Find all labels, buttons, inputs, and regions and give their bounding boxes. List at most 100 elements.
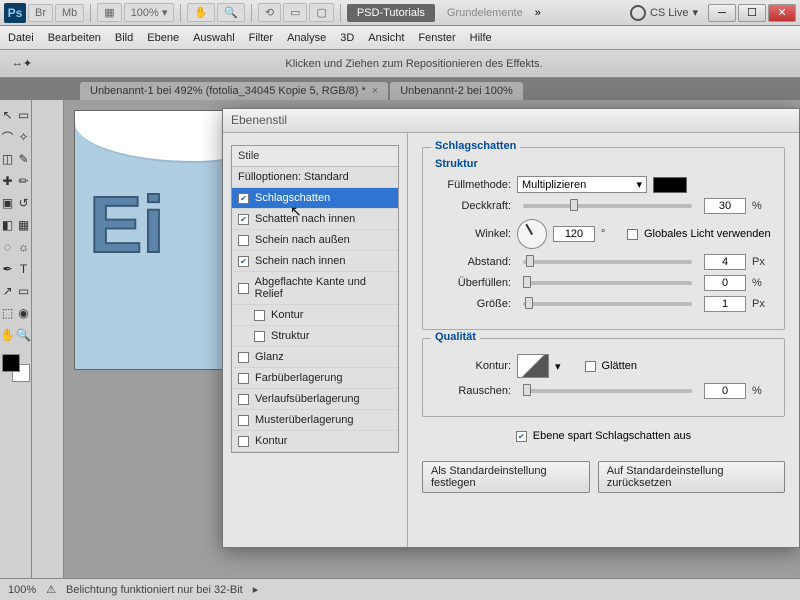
window-maximize-button[interactable]: ☐ (738, 4, 766, 22)
status-dropdown-icon[interactable]: ▸ (253, 583, 259, 596)
style-struktur-sub[interactable]: Struktur (232, 326, 398, 347)
3d-tool[interactable]: ⬚ (0, 302, 16, 324)
3d-cam-tool[interactable]: ◉ (16, 302, 32, 324)
zoom-tool[interactable]: 🔍 (16, 324, 32, 346)
path-tool[interactable]: ↗ (0, 280, 16, 302)
pen-tool[interactable]: ✒ (0, 258, 16, 280)
brush-tool[interactable]: ✏ (16, 170, 32, 192)
move-tool-icon[interactable]: ↔✦ (8, 57, 36, 70)
grosse-slider[interactable] (523, 302, 692, 306)
style-glanz[interactable]: Glanz (232, 347, 398, 368)
chevron-down-icon[interactable]: ▾ (555, 360, 561, 373)
checkbox-icon[interactable] (254, 310, 265, 321)
color-swatches[interactable] (2, 354, 30, 382)
style-musteruberlagerung[interactable]: Musterüberlagerung (232, 410, 398, 431)
hand-tool[interactable]: ✋ (0, 324, 16, 346)
checkbox-icon[interactable] (238, 436, 249, 447)
shadow-color-chip[interactable] (653, 177, 687, 193)
menu-analyse[interactable]: Analyse (287, 32, 326, 44)
glatten-checkbox[interactable] (585, 361, 596, 372)
workspace-tab-active[interactable]: PSD-Tutorials (347, 4, 435, 22)
close-icon[interactable]: × (372, 85, 378, 97)
cs-live-button[interactable]: CS Live ▾ (622, 3, 706, 23)
checkbox-icon[interactable] (254, 331, 265, 342)
rauschen-slider[interactable] (523, 389, 692, 393)
window-close-button[interactable]: ✕ (768, 4, 796, 22)
uberfullen-input[interactable]: 0 (704, 275, 746, 291)
arrange-icon[interactable]: ▭ (283, 3, 307, 22)
menu-bild[interactable]: Bild (115, 32, 133, 44)
winkel-input[interactable]: 120 (553, 226, 595, 242)
checkbox-icon[interactable] (238, 352, 249, 363)
style-verlaufsuberlagerung[interactable]: Verlaufsüberlagerung (232, 389, 398, 410)
rauschen-input[interactable]: 0 (704, 383, 746, 399)
history-brush-tool[interactable]: ↺ (16, 192, 32, 214)
workspace-more[interactable]: » (535, 7, 541, 19)
fg-color-swatch[interactable] (2, 354, 20, 372)
reset-default-button[interactable]: Auf Standardeinstellung zurücksetzen (598, 461, 785, 493)
style-kontur[interactable]: Kontur (232, 431, 398, 452)
deckkraft-slider[interactable] (523, 204, 692, 208)
checkbox-icon[interactable] (238, 373, 249, 384)
document-tab-1[interactable]: Unbenannt-1 bei 492% (fotolia_34045 Kopi… (80, 82, 388, 100)
menu-hilfe[interactable]: Hilfe (470, 32, 492, 44)
style-schein-innen[interactable]: Schein nach innen (232, 251, 398, 272)
knockout-checkbox[interactable] (516, 431, 527, 442)
dodge-tool[interactable]: ☼ (16, 236, 32, 258)
workspace-tab-inactive[interactable]: Grundelemente (437, 4, 533, 22)
document-tab-2[interactable]: Unbenannt-2 bei 100% (390, 82, 523, 100)
menu-auswahl[interactable]: Auswahl (193, 32, 235, 44)
lasso-tool[interactable]: ⌒ (0, 126, 16, 148)
eraser-tool[interactable]: ◧ (0, 214, 16, 236)
checkbox-icon[interactable] (238, 256, 249, 267)
menu-fenster[interactable]: Fenster (418, 32, 455, 44)
shape-tool[interactable]: ▭ (16, 280, 32, 302)
fullmethode-select[interactable]: Multiplizieren▾ (517, 176, 647, 193)
hand-icon[interactable]: ✋ (187, 3, 215, 22)
crop-tool[interactable]: ◫ (0, 148, 16, 170)
heal-tool[interactable]: ✚ (0, 170, 16, 192)
bridge-button[interactable]: Br (28, 4, 53, 22)
angle-dial[interactable] (517, 219, 547, 249)
zoom-icon[interactable]: 🔍 (217, 3, 245, 22)
menu-ansicht[interactable]: Ansicht (368, 32, 404, 44)
checkbox-icon[interactable] (238, 235, 249, 246)
contour-picker[interactable] (517, 354, 549, 378)
style-farbuberlagerung[interactable]: Farbüberlagerung (232, 368, 398, 389)
menu-bearbeiten[interactable]: Bearbeiten (48, 32, 101, 44)
wand-tool[interactable]: ✧ (16, 126, 32, 148)
global-light-checkbox[interactable] (627, 229, 638, 240)
menu-3d[interactable]: 3D (340, 32, 354, 44)
checkbox-icon[interactable] (238, 394, 249, 405)
style-schein-aussen[interactable]: Schein nach außen (232, 230, 398, 251)
checkbox-icon[interactable] (238, 193, 249, 204)
blur-tool[interactable]: ◌ (0, 236, 16, 258)
abstand-slider[interactable] (523, 260, 692, 264)
eyedropper-tool[interactable]: ✎ (16, 148, 32, 170)
checkbox-icon[interactable] (238, 214, 249, 225)
mini-bridge-button[interactable]: Mb (55, 4, 84, 22)
deckkraft-input[interactable]: 30 (704, 198, 746, 214)
checkbox-icon[interactable] (238, 415, 249, 426)
style-schatten-innen[interactable]: Schatten nach innen (232, 209, 398, 230)
stamp-tool[interactable]: ▣ (0, 192, 16, 214)
screen-mode-icon[interactable]: ▢ (309, 3, 333, 22)
window-minimize-button[interactable]: ─ (708, 4, 736, 22)
menu-datei[interactable]: Datei (8, 32, 34, 44)
layout-icon[interactable]: ▦ (97, 3, 121, 22)
style-schlagschatten[interactable]: Schlagschatten (232, 188, 398, 209)
checkbox-icon[interactable] (238, 283, 249, 294)
make-default-button[interactable]: Als Standardeinstellung festlegen (422, 461, 590, 493)
zoom-select[interactable]: 100% ▾ (124, 3, 175, 22)
marquee-tool[interactable]: ▭ (16, 104, 32, 126)
uberfullen-slider[interactable] (523, 281, 692, 285)
type-tool[interactable]: T (16, 258, 32, 280)
move-tool[interactable]: ↖ (0, 104, 16, 126)
style-kontur-sub[interactable]: Kontur (232, 305, 398, 326)
gradient-tool[interactable]: ▦ (16, 214, 32, 236)
grosse-input[interactable]: 1 (704, 296, 746, 312)
menu-filter[interactable]: Filter (249, 32, 273, 44)
status-zoom[interactable]: 100% (8, 584, 36, 596)
style-bevel[interactable]: Abgeflachte Kante und Relief (232, 272, 398, 305)
style-fulloptions[interactable]: Fülloptionen: Standard (232, 167, 398, 188)
